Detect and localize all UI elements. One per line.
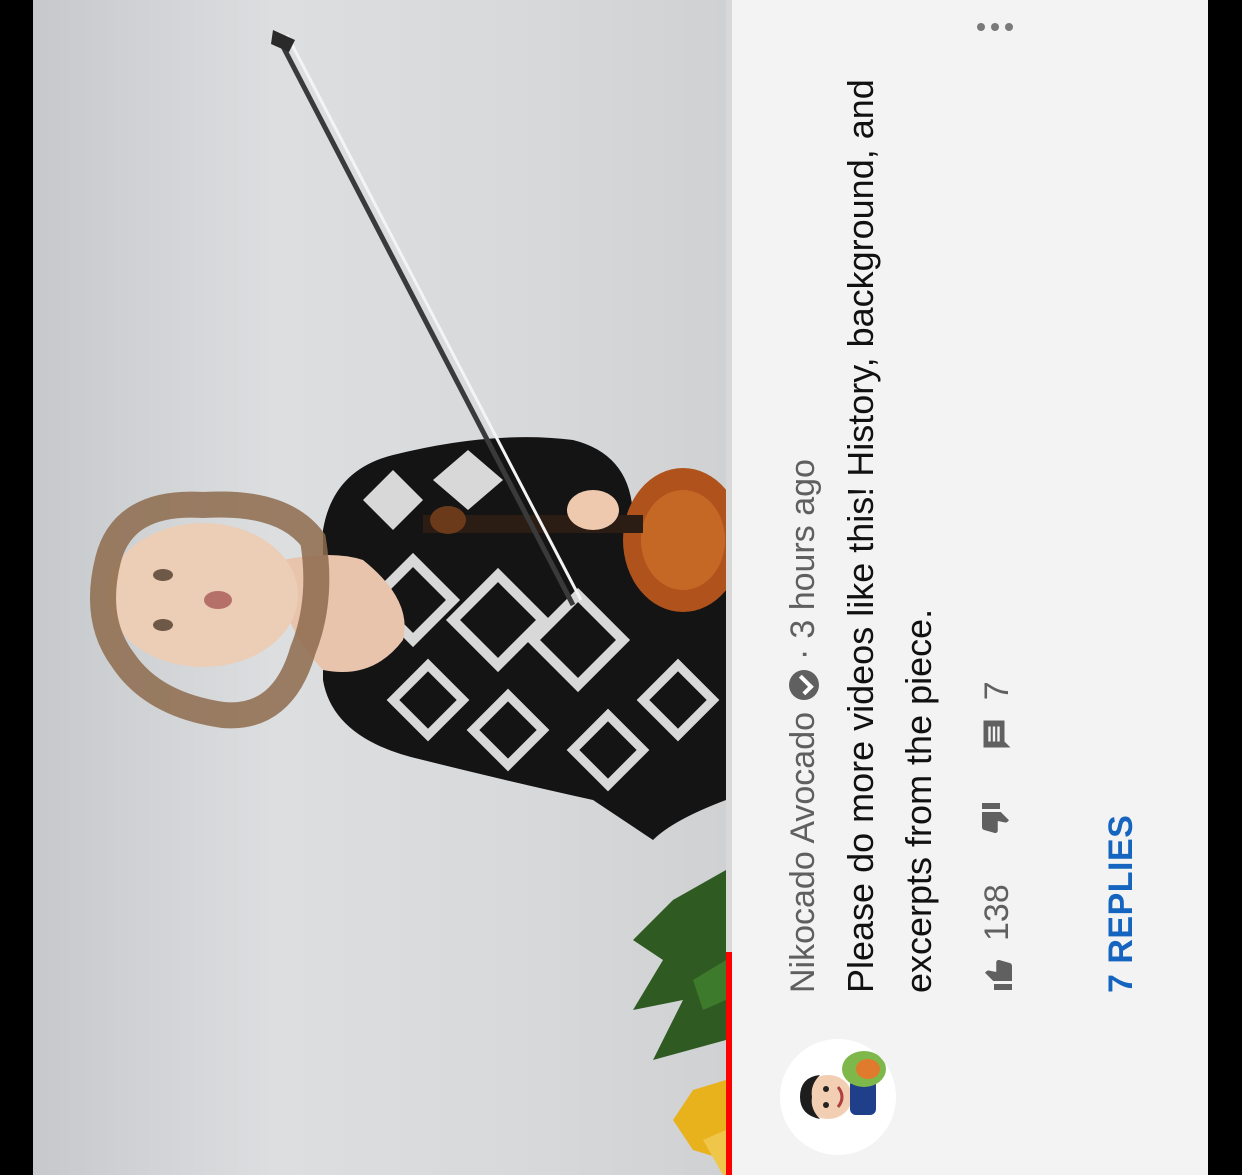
separator-dot: · [784,648,822,660]
comment-header: Nikocado Avocado · 3 hours ago [784,459,823,993]
more-vert-icon[interactable] [970,7,1020,47]
reply-button[interactable]: 7 [978,681,1017,752]
comment-text: Please do more videos like this! History… [840,79,939,993]
comment-panel: Nikocado Avocado · 3 hours ago Please do… [732,0,1208,1175]
plant-image [633,870,726,1175]
more-dot [1005,23,1013,31]
comment-timestamp: 3 hours ago [784,459,822,639]
like-count: 138 [977,884,1016,941]
comment-reply-icon [979,716,1015,752]
violinist-video-frame [90,30,726,1175]
more-dot [991,23,999,31]
video-player[interactable] [33,0,726,1175]
thumbs-down-icon [979,800,1015,836]
more-dot [977,23,985,31]
verified-check-icon [788,669,819,700]
dislike-button[interactable] [979,800,1015,836]
left-letterbox [0,0,33,1175]
view-replies-button[interactable]: 7 REPLIES [1102,815,1141,993]
avatar[interactable] [780,1039,896,1155]
reply-count: 7 [977,681,1016,701]
comment-item: Nikocado Avocado · 3 hours ago Please do… [732,0,1208,1175]
avatar-image [800,1051,886,1119]
author-name[interactable]: Nikocado Avocado [784,712,823,993]
comment-actions: 138 7 [972,633,1022,993]
right-letterbox [1208,0,1242,1175]
violinist-figure [90,437,726,840]
like-button[interactable]: 138 [978,884,1017,993]
thumbs-up-icon [979,957,1015,993]
